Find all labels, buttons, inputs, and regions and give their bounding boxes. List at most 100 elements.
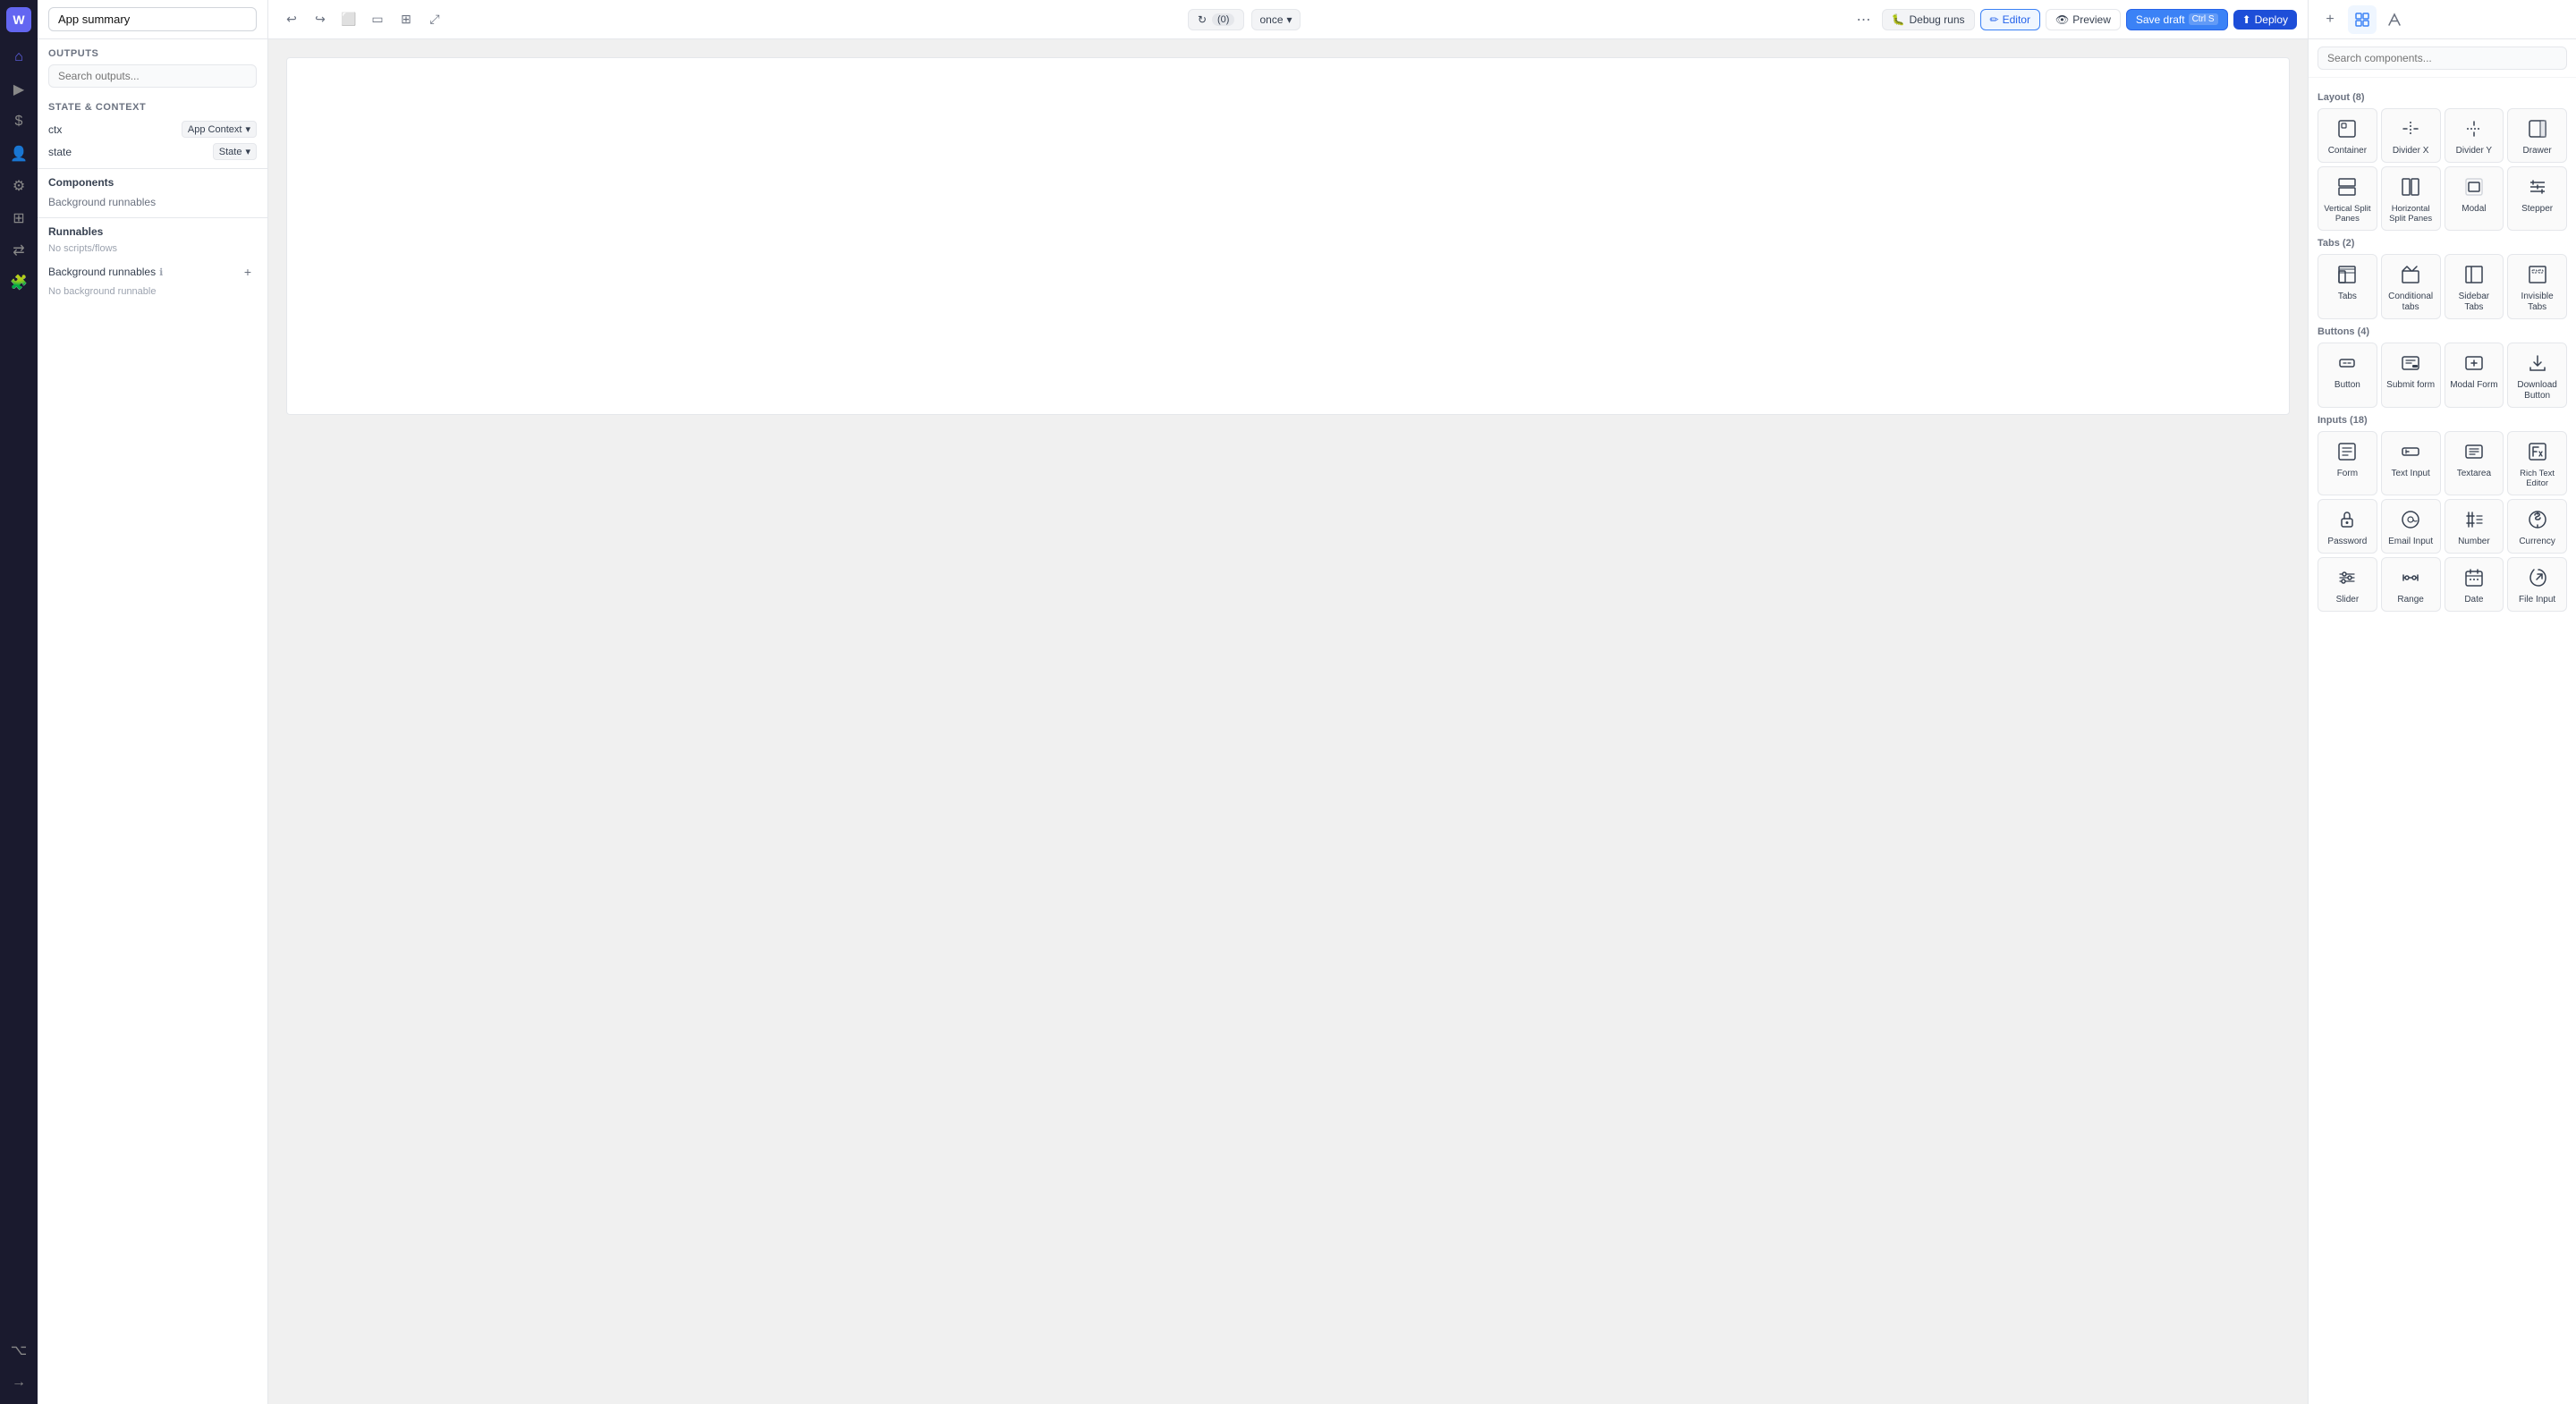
divider-y-component[interactable]: Divider Y bbox=[2445, 108, 2504, 163]
divider-y-icon bbox=[2462, 116, 2487, 141]
outputs-title: Outputs bbox=[48, 48, 257, 59]
modal-form-icon bbox=[2462, 351, 2487, 376]
add-component-tab[interactable]: + bbox=[2316, 5, 2344, 34]
container-component[interactable]: Container bbox=[2318, 108, 2377, 163]
search-outputs-input[interactable] bbox=[48, 64, 257, 88]
style-tab[interactable] bbox=[2380, 5, 2409, 34]
buttons-grid: Button Submit form Modal Form Download B… bbox=[2318, 343, 2567, 408]
editor-button[interactable]: ✏ Editor bbox=[1980, 9, 2040, 30]
rich-text-label: Rich Text Editor bbox=[2512, 469, 2563, 489]
home-icon[interactable]: ⌂ bbox=[4, 43, 33, 72]
app-logo[interactable]: W bbox=[6, 7, 31, 32]
container-icon bbox=[2334, 116, 2360, 141]
divider-x-component[interactable]: Divider X bbox=[2381, 108, 2441, 163]
save-label: Save draft bbox=[2136, 13, 2185, 26]
date-component[interactable]: Date bbox=[2445, 557, 2504, 612]
settings-icon[interactable]: ⚙ bbox=[4, 172, 33, 200]
puzzle-icon[interactable]: 🧩 bbox=[4, 268, 33, 297]
no-scripts-label: No scripts/flows bbox=[38, 241, 267, 259]
preview-button[interactable]: 👁 Preview bbox=[2046, 9, 2121, 30]
tabs-component[interactable]: Tabs bbox=[2318, 254, 2377, 319]
stepper-label: Stepper bbox=[2521, 204, 2553, 215]
currency-component[interactable]: Currency bbox=[2507, 499, 2567, 554]
redo-button[interactable]: ↪ bbox=[308, 7, 333, 32]
form-component[interactable]: Form bbox=[2318, 431, 2377, 495]
inputs-grid: Form Text Input Textarea Rich Text Edito… bbox=[2318, 431, 2567, 612]
drawer-icon bbox=[2525, 116, 2550, 141]
grid-icon[interactable]: ⊞ bbox=[4, 204, 33, 233]
expand-button[interactable]: ⤢ bbox=[422, 7, 447, 32]
left-panel: Outputs State & Context ctx App Context … bbox=[38, 0, 268, 1404]
sidebar-tabs-component[interactable]: Sidebar Tabs bbox=[2445, 254, 2504, 319]
users-icon[interactable]: 👤 bbox=[4, 140, 33, 168]
email-input-label: Email Input bbox=[2388, 537, 2433, 547]
canvas-area[interactable] bbox=[268, 39, 2308, 1404]
file-input-component[interactable]: File Input bbox=[2507, 557, 2567, 612]
stepper-icon bbox=[2525, 174, 2550, 199]
email-input-component[interactable]: Email Input bbox=[2381, 499, 2441, 554]
range-component[interactable]: Range bbox=[2381, 557, 2441, 612]
password-component[interactable]: Password bbox=[2318, 499, 2377, 554]
textarea-label: Textarea bbox=[2457, 469, 2491, 479]
undo-button[interactable]: ↩ bbox=[279, 7, 304, 32]
stepper-component[interactable]: Stepper bbox=[2507, 166, 2567, 231]
run-count: (0) bbox=[1212, 13, 1234, 26]
github-icon[interactable]: ⌥ bbox=[4, 1336, 33, 1365]
editor-icon: ✏ bbox=[1990, 13, 1999, 26]
components-tab[interactable] bbox=[2348, 5, 2377, 34]
number-label: Number bbox=[2458, 537, 2490, 547]
modal-component[interactable]: Modal bbox=[2445, 166, 2504, 231]
forward-icon[interactable]: → bbox=[4, 1368, 33, 1397]
deploy-icon: ⬆ bbox=[2242, 13, 2251, 26]
horizontal-split-icon bbox=[2398, 174, 2423, 199]
modal-form-component[interactable]: Modal Form bbox=[2445, 343, 2504, 408]
debug-runs-button[interactable]: 🐛 Debug runs bbox=[1882, 9, 1975, 30]
number-component[interactable]: Number bbox=[2445, 499, 2504, 554]
ctx-value-badge[interactable]: App Context ▾ bbox=[182, 121, 257, 138]
submit-form-icon bbox=[2398, 351, 2423, 376]
save-draft-button[interactable]: Save draft Ctrl S bbox=[2126, 9, 2228, 30]
horizontal-split-label: Horizontal Split Panes bbox=[2385, 204, 2436, 224]
horizontal-split-component[interactable]: Horizontal Split Panes bbox=[2381, 166, 2441, 231]
frequency-selector[interactable]: once ▾ bbox=[1251, 9, 1300, 30]
flow-icon[interactable]: ⇄ bbox=[4, 236, 33, 265]
textarea-component[interactable]: Textarea bbox=[2445, 431, 2504, 495]
conditional-tabs-component[interactable]: Conditional tabs bbox=[2381, 254, 2441, 319]
run-button[interactable]: ↻ (0) bbox=[1188, 9, 1245, 30]
modal-label: Modal bbox=[2462, 204, 2486, 215]
ctx-value-label: App Context bbox=[188, 124, 242, 135]
bg-runnables-header: Background runnables ℹ + bbox=[38, 259, 267, 284]
components-section: Components Background runnables bbox=[38, 168, 267, 217]
rich-text-component[interactable]: Rich Text Editor bbox=[2507, 431, 2567, 495]
deploy-button[interactable]: ⬆ Deploy bbox=[2233, 10, 2297, 30]
submit-form-component[interactable]: Submit form bbox=[2381, 343, 2441, 408]
add-bg-runnable-button[interactable]: + bbox=[239, 263, 257, 281]
drawer-component[interactable]: Drawer bbox=[2507, 108, 2567, 163]
number-icon bbox=[2462, 507, 2487, 532]
search-components-input[interactable] bbox=[2318, 47, 2567, 70]
debug-icon: 🐛 bbox=[1892, 13, 1905, 26]
mobile-button[interactable]: ▭ bbox=[365, 7, 390, 32]
invisible-tabs-component[interactable]: Invisible Tabs bbox=[2507, 254, 2567, 319]
text-input-component[interactable]: Text Input bbox=[2381, 431, 2441, 495]
dollar-icon[interactable]: $ bbox=[4, 107, 33, 136]
divider-y-label: Divider Y bbox=[2456, 146, 2492, 156]
app-title-input[interactable] bbox=[48, 7, 257, 31]
component-toggle-button[interactable]: ⊞ bbox=[394, 7, 419, 32]
vertical-split-component[interactable]: Vertical Split Panes bbox=[2318, 166, 2377, 231]
state-value-badge[interactable]: State ▾ bbox=[213, 143, 257, 160]
file-input-label: File Input bbox=[2519, 595, 2555, 605]
left-panel-header bbox=[38, 0, 267, 39]
slider-component[interactable]: Slider bbox=[2318, 557, 2377, 612]
runnables-title: Runnables bbox=[48, 225, 103, 238]
inputs-section-title: Inputs (18) bbox=[2318, 415, 2567, 426]
toolbar-center: ↻ (0) once ▾ bbox=[1188, 9, 1301, 30]
invisible-tabs-icon bbox=[2525, 262, 2550, 287]
more-options-button[interactable]: ⋯ bbox=[1852, 7, 1877, 32]
frame-button[interactable]: ⬜ bbox=[336, 7, 361, 32]
download-button-component[interactable]: Download Button bbox=[2507, 343, 2567, 408]
bg-runnables-item: Background runnables bbox=[48, 194, 257, 210]
run-icon: ↻ bbox=[1198, 13, 1207, 26]
button-component[interactable]: Button bbox=[2318, 343, 2377, 408]
play-icon[interactable]: ▶ bbox=[4, 75, 33, 104]
